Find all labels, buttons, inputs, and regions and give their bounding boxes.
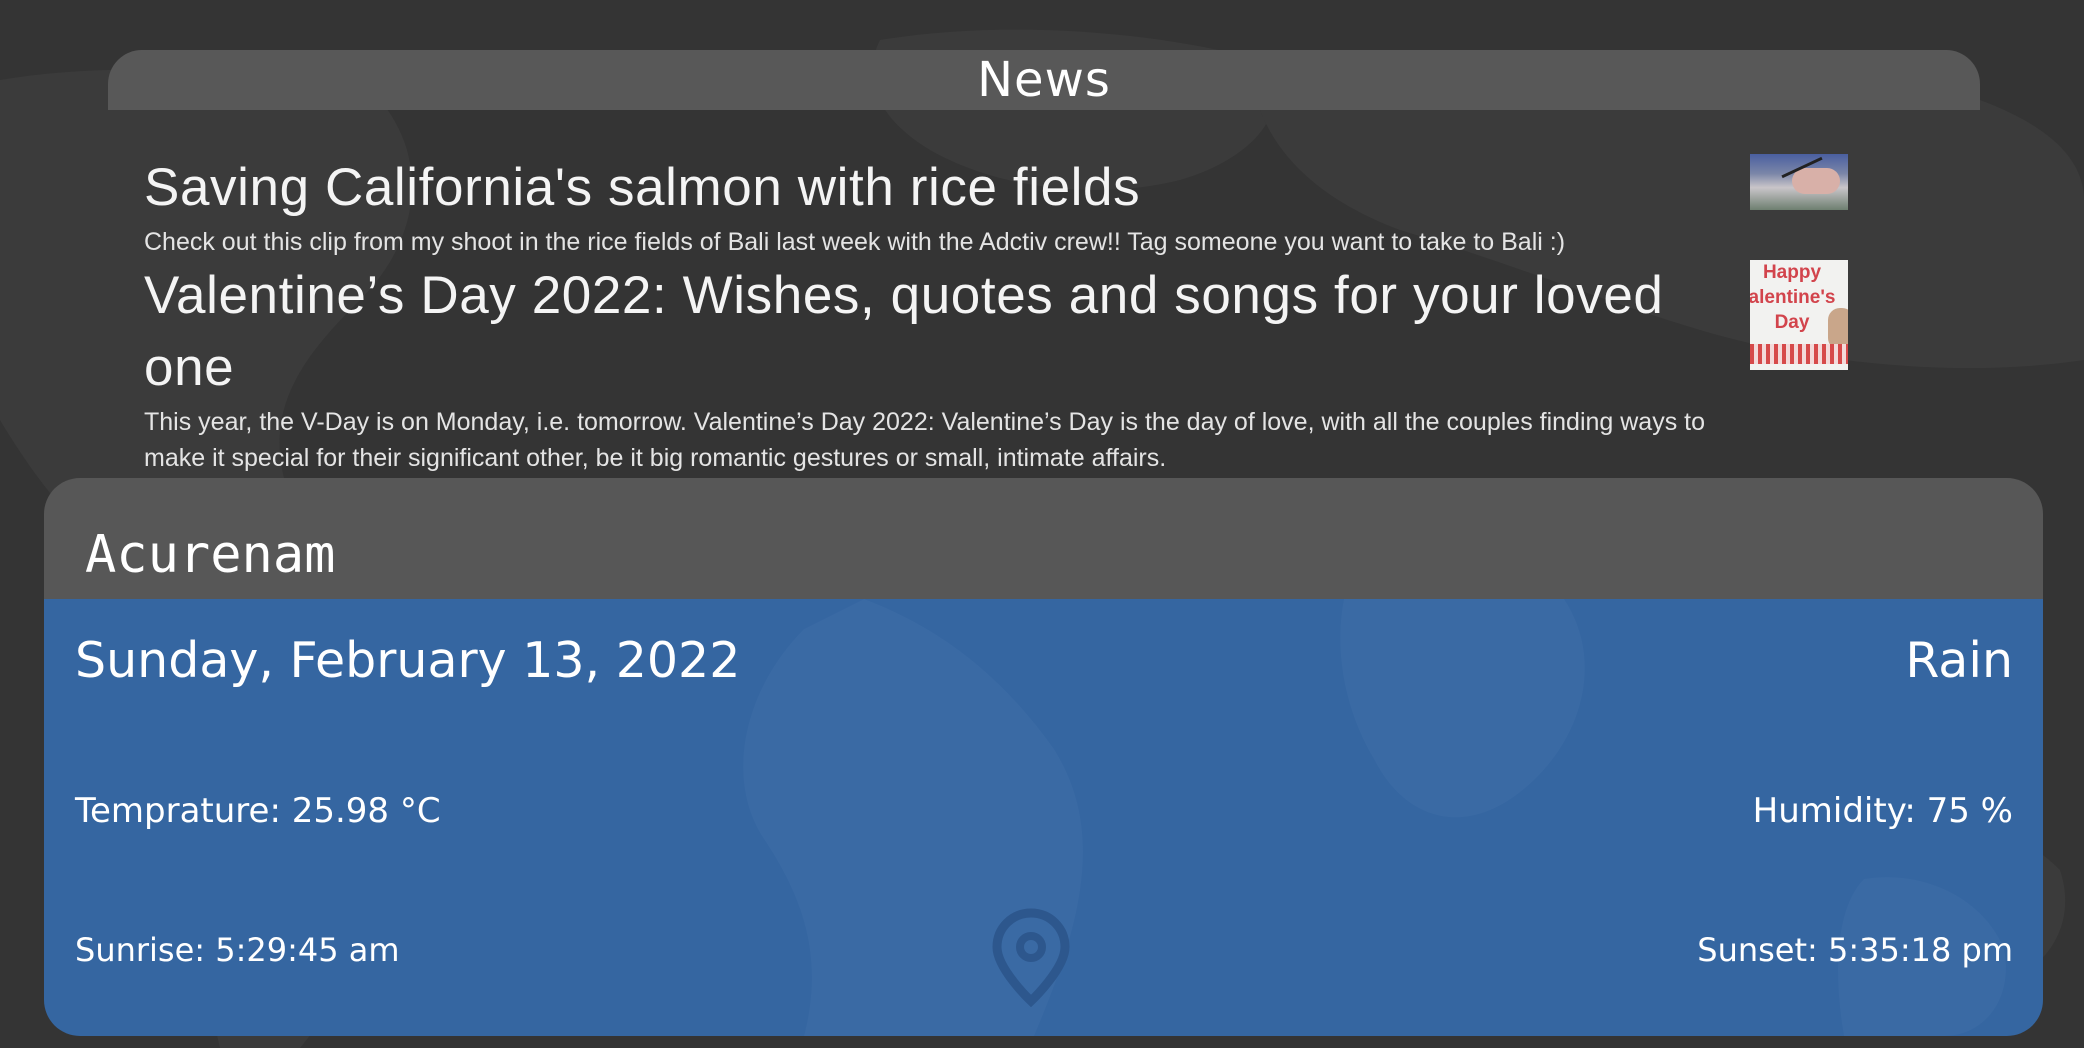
weather-body: Sunday, February 13, 2022 Rain Tempratur…: [44, 599, 2043, 1036]
map-pin-icon[interactable]: [988, 907, 1074, 1007]
news-description: This year, the V-Day is on Monday, i.e. …: [144, 408, 1706, 472]
weather-humidity: Humidity: 75 %: [1752, 791, 2013, 831]
news-thumbnail-image[interactable]: [1750, 154, 1848, 210]
news-headline[interactable]: Saving California's salmon with rice fie…: [144, 152, 1734, 224]
weather-city: Acurenam: [85, 525, 336, 585]
news-description: Check out this clip from my shoot in the…: [144, 228, 1566, 256]
news-list: Saving California's salmon with rice fie…: [144, 152, 1854, 476]
weather-sunrise: Sunrise: 5:29:45 am: [75, 931, 400, 969]
news-thumbnail-image[interactable]: Happy alentine's Day: [1750, 260, 1848, 370]
weather-card: Acurenam Sunday, February 13, 2022 Rain …: [44, 478, 2043, 1036]
news-item[interactable]: Valentine’s Day 2022: Wishes, quotes and…: [144, 260, 1854, 476]
weather-temperature: Temprature: 25.98 °C: [75, 791, 441, 831]
news-header: News: [108, 50, 1980, 110]
thumbnail-caption-line: Happy: [1762, 262, 1822, 283]
weather-date: Sunday, February 13, 2022: [75, 632, 741, 689]
thumbnail-caption-line: alentine's: [1750, 287, 1836, 308]
hand-shape: [1792, 168, 1840, 194]
news-title: News: [977, 52, 1111, 108]
weather-header: Acurenam: [44, 478, 2043, 599]
weather-sunset: Sunset: 5:35:18 pm: [1697, 931, 2013, 969]
weather-condition: Rain: [1905, 632, 2013, 689]
news-item[interactable]: Saving California's salmon with rice fie…: [144, 152, 1854, 260]
news-headline[interactable]: Valentine’s Day 2022: Wishes, quotes and…: [144, 260, 1734, 404]
gingham-ribbon: [1750, 344, 1848, 364]
